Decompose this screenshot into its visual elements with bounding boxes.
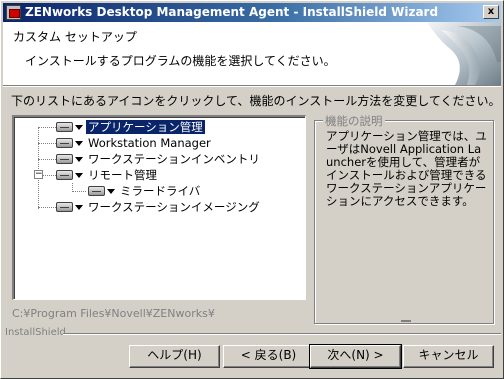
drive-dropdown-icon[interactable]	[56, 169, 84, 181]
tree-item-application-management[interactable]: アプリケーション管理	[14, 119, 304, 135]
tree-item-mirror-driver[interactable]: ミラードライバ	[14, 183, 304, 199]
groupbox-marker	[401, 320, 411, 322]
tree-item-label: ミラードライバ	[120, 184, 201, 198]
help-button[interactable]: ヘルプ(H)	[129, 345, 220, 368]
installshield-brand: InstallShield	[5, 327, 66, 338]
page-curl-graphic	[427, 22, 501, 85]
tree-item-workstation-manager[interactable]: Workstation Manager	[14, 135, 304, 151]
window-title: ZENworks Desktop Management Agent - Inst…	[25, 5, 439, 19]
tree-item-workstation-inventory[interactable]: ワークステーションインベントリ	[14, 151, 304, 167]
tree-item-remote-management[interactable]: − リモート管理	[14, 167, 304, 183]
footer-separator	[63, 333, 501, 335]
drive-dropdown-icon[interactable]	[88, 185, 116, 197]
tree-item-workstation-imaging[interactable]: ワークステーションイメージング	[14, 199, 304, 215]
feature-description-text: アプリケーション管理では、ユーザはNovell Application Laun…	[326, 129, 487, 208]
back-button[interactable]: < 戻る(B)	[223, 345, 314, 368]
cancel-button[interactable]: キャンセル	[403, 345, 494, 368]
installer-window: ZENworks Desktop Management Agent - Inst…	[0, 0, 504, 379]
collapse-toggle[interactable]: −	[34, 170, 43, 179]
next-button[interactable]: 次へ(N) >	[309, 344, 402, 369]
tree-item-label: ワークステーションインベントリ	[88, 152, 260, 166]
instruction-text: 下のリストにあるアイコンをクリックして、機能のインストール方法を変更してください…	[11, 94, 501, 108]
feature-description-group: 機能の説明 アプリケーション管理では、ユーザはNovell Applicatio…	[314, 113, 494, 324]
close-button[interactable]: x	[483, 5, 499, 19]
header-subtitle: インストールするプログラムの機能を選択してください。	[25, 54, 336, 68]
wizard-header: カスタム セットアップ インストールするプログラムの機能を選択してください。	[3, 22, 501, 85]
drive-dropdown-icon[interactable]	[56, 201, 84, 213]
tree-item-label: ワークステーションイメージング	[88, 200, 260, 214]
title-bar[interactable]: ZENworks Desktop Management Agent - Inst…	[3, 3, 501, 22]
tree-item-label: リモート管理	[88, 168, 157, 182]
tree-item-label: Workstation Manager	[88, 136, 211, 150]
tree-item-label: アプリケーション管理	[86, 120, 205, 134]
drive-dropdown-icon[interactable]	[56, 153, 84, 165]
installer-app-icon	[6, 5, 21, 20]
feature-description-legend: 機能の説明	[323, 113, 385, 129]
header-title: カスタム セットアップ	[13, 30, 137, 44]
drive-dropdown-icon[interactable]	[56, 137, 84, 149]
feature-tree[interactable]: アプリケーション管理 Workstation Manager ワークステーション…	[12, 115, 306, 300]
drive-dropdown-icon[interactable]	[56, 121, 84, 133]
install-path: C:¥Program Files¥Novell¥ZENworks¥	[12, 307, 215, 320]
header-separator	[3, 85, 501, 87]
